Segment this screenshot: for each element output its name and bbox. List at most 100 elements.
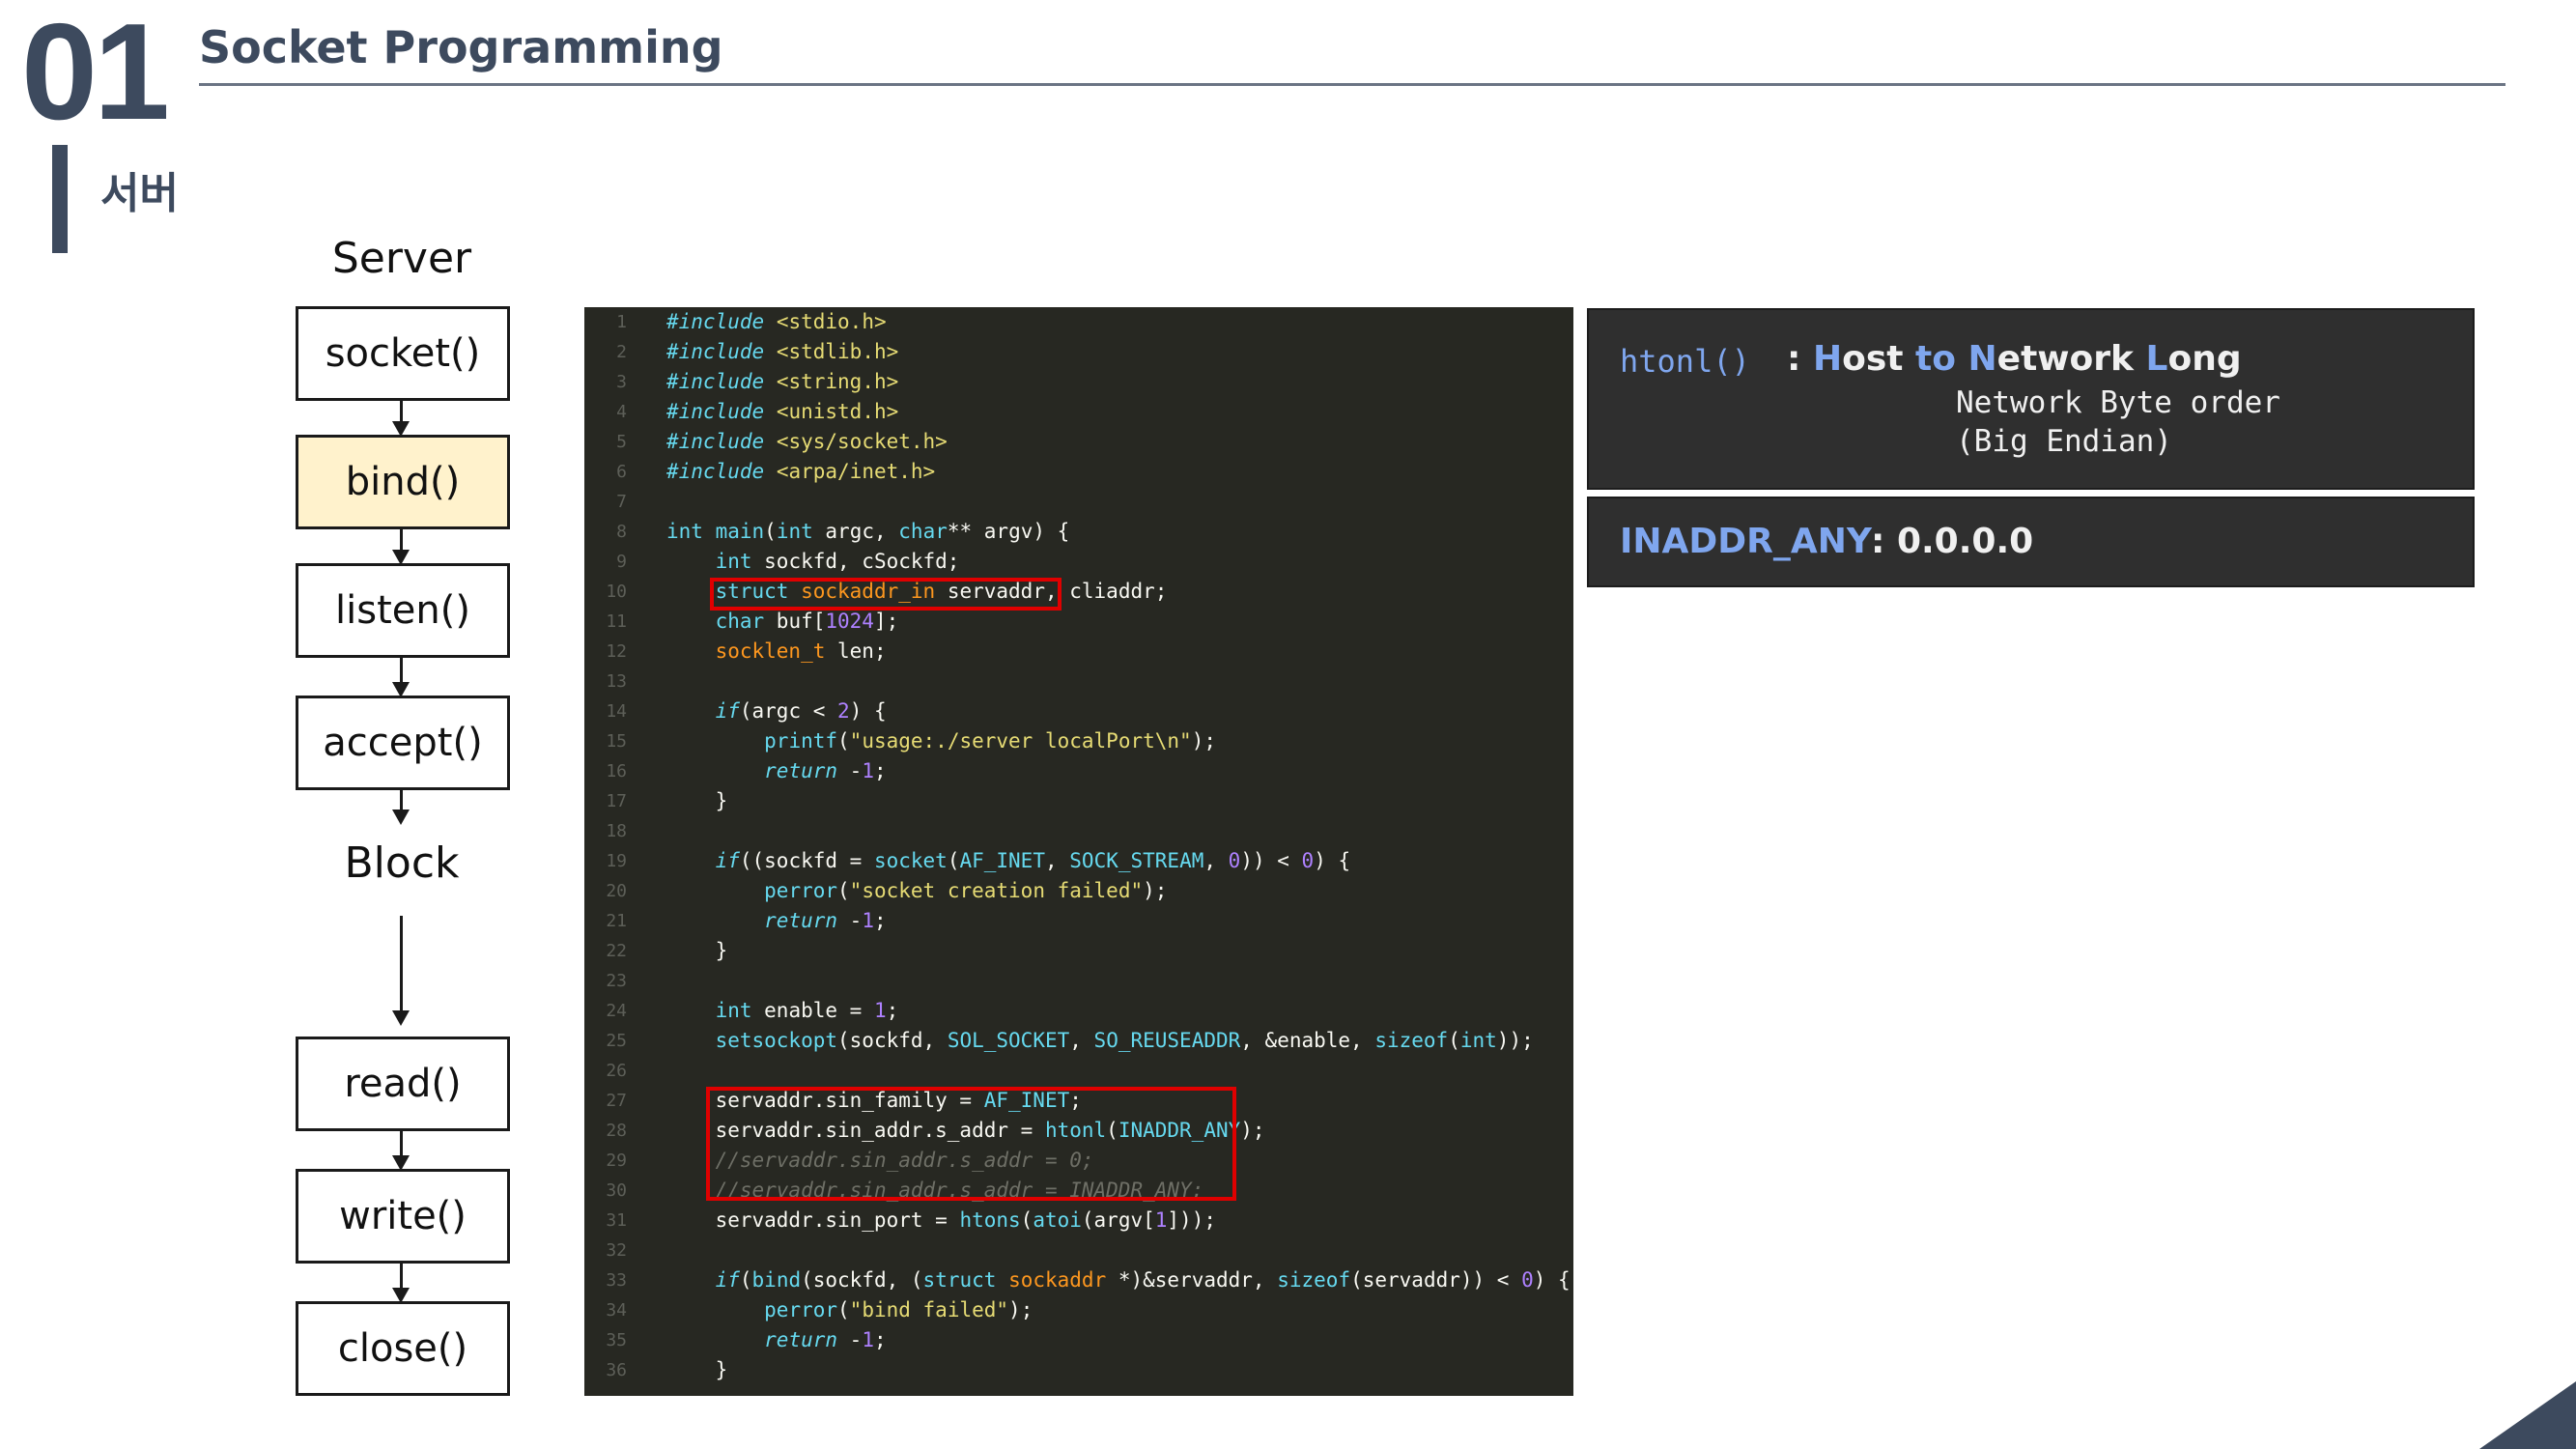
code-text: int enable = 1; <box>715 999 899 1022</box>
line-number: 11 <box>606 611 627 632</box>
line-number: 32 <box>606 1240 627 1261</box>
line-number: 35 <box>606 1330 627 1350</box>
flow-arrow <box>392 526 410 565</box>
code-text: int sockfd, cSockfd; <box>715 550 960 573</box>
code-text: } <box>666 939 728 962</box>
page-subtitle: 서버 <box>100 169 179 218</box>
flow-arrow <box>392 398 410 437</box>
code-text: } <box>666 789 728 812</box>
line-number: 2 <box>616 342 627 362</box>
code-text: perror("socket creation failed"); <box>764 879 1168 902</box>
line-number: 5 <box>616 432 627 452</box>
htonl-byte-order: Network Byte order <box>1956 385 2280 420</box>
code-text: #include <sys/socket.h> <box>666 430 948 453</box>
code-text: } <box>666 1358 728 1381</box>
flow-step-listen: listen() <box>296 563 510 658</box>
flow-head-server: Server <box>331 234 472 283</box>
flow-step-block: Block <box>344 838 460 888</box>
section-number: 01 <box>21 0 170 149</box>
code-text: int main(int argc, char** argv) { <box>666 520 1070 543</box>
line-number: 33 <box>606 1270 627 1291</box>
code-text: return -1; <box>764 1328 887 1351</box>
flow-arrow <box>392 1261 410 1303</box>
code-text: #include <stdio.h> <box>666 310 887 333</box>
code-text: perror("bind failed"); <box>764 1298 1033 1321</box>
line-number: 29 <box>606 1151 627 1171</box>
htonl-separator: : <box>1787 339 1801 379</box>
line-number: 17 <box>606 791 627 811</box>
title-divider <box>199 83 2505 86</box>
line-number: 3 <box>616 372 627 392</box>
code-text: #include <string.h> <box>666 370 899 393</box>
line-number: 34 <box>606 1300 627 1321</box>
flow-step-accept: accept() <box>296 696 510 790</box>
code-text: if(bind(sockfd, (struct sockaddr *)&serv… <box>715 1268 1571 1292</box>
htonl-expansion: : Host to Network Long <box>1787 339 2242 379</box>
inaddr-value-text: : 0.0.0.0 <box>1871 522 2033 561</box>
highlight-box-servaddr-decl <box>710 578 1062 611</box>
htonl-note-panel: htonl() : Host to Network Long Network B… <box>1587 308 2475 490</box>
line-number: 16 <box>606 761 627 781</box>
code-text: char buf[1024]; <box>715 610 899 633</box>
highlight-box-servaddr-setup <box>706 1087 1236 1201</box>
flow-arrow <box>392 1128 410 1171</box>
subtitle-accent-bar <box>52 145 68 253</box>
line-number: 18 <box>606 821 627 841</box>
code-text: return -1; <box>764 909 887 932</box>
line-number: 14 <box>606 701 627 722</box>
line-number: 24 <box>606 1001 627 1021</box>
line-number: 19 <box>606 851 627 871</box>
code-text: #include <arpa/inet.h> <box>666 460 936 483</box>
code-text: socklen_t len; <box>715 639 887 663</box>
flow-step-read: read() <box>296 1037 510 1131</box>
line-number: 10 <box>606 582 627 602</box>
line-number: 30 <box>606 1180 627 1201</box>
htonl-word-to: to <box>1915 339 1956 379</box>
inaddr-separator: : <box>1871 522 1885 561</box>
flow-step-bind: bind() <box>296 435 510 529</box>
corner-decoration <box>2479 1381 2576 1449</box>
line-number: 26 <box>606 1061 627 1081</box>
line-number: 8 <box>616 522 627 542</box>
code-text: #include <stdlib.h> <box>666 340 899 363</box>
code-text: #include <unistd.h> <box>666 400 899 423</box>
code-editor: 36 } 35 return -1; 34 perror("bind failed"… <box>584 307 1573 1396</box>
line-number: 36 <box>606 1360 627 1380</box>
page-title: Socket Programming <box>199 21 723 73</box>
line-number: 27 <box>606 1091 627 1111</box>
line-number: 31 <box>606 1210 627 1231</box>
line-number: 13 <box>606 671 627 692</box>
line-number: 9 <box>616 552 627 572</box>
code-text: return -1; <box>764 759 887 782</box>
htonl-letter-l: L <box>2145 339 2168 379</box>
flow-arrow <box>392 916 410 1026</box>
inaddr-value: 0.0.0.0 <box>1896 522 2034 561</box>
htonl-word-host: ost <box>1842 339 1904 379</box>
line-number: 15 <box>606 731 627 752</box>
htonl-word-network: etwork <box>1996 339 2134 379</box>
line-number: 20 <box>606 881 627 901</box>
line-number: 1 <box>616 312 627 332</box>
line-number: 7 <box>616 492 627 512</box>
htonl-letter-n: N <box>1967 339 1997 379</box>
code-text: if((sockfd = socket(AF_INET, SOCK_STREAM… <box>715 849 1351 872</box>
code-text: printf("usage:./server localPort\n"); <box>764 729 1216 753</box>
flow-step-write: write() <box>296 1169 510 1264</box>
flow-arrow <box>392 787 410 825</box>
htonl-letter-h: H <box>1812 339 1843 379</box>
inaddr-note-panel: INADDR_ANY : 0.0.0.0 <box>1587 497 2475 587</box>
code-text: if(argc < 2) { <box>715 699 887 723</box>
line-number: 23 <box>606 971 627 991</box>
line-number: 6 <box>616 462 627 482</box>
line-number: 21 <box>606 911 627 931</box>
code-text: servaddr.sin_port = htons(atoi(argv[1]))… <box>666 1208 1216 1232</box>
line-number: 25 <box>606 1031 627 1051</box>
htonl-endian: (Big Endian) <box>1956 424 2172 459</box>
flow-arrow <box>392 655 410 697</box>
flow-step-socket: socket() <box>296 306 510 401</box>
line-number: 4 <box>616 402 627 422</box>
code-text: setsockopt(sockfd, SOL_SOCKET, SO_REUSEA… <box>715 1029 1534 1052</box>
line-number: 12 <box>606 641 627 662</box>
inaddr-name: INADDR_ANY <box>1620 522 1872 561</box>
htonl-function-name: htonl() <box>1620 343 1750 380</box>
